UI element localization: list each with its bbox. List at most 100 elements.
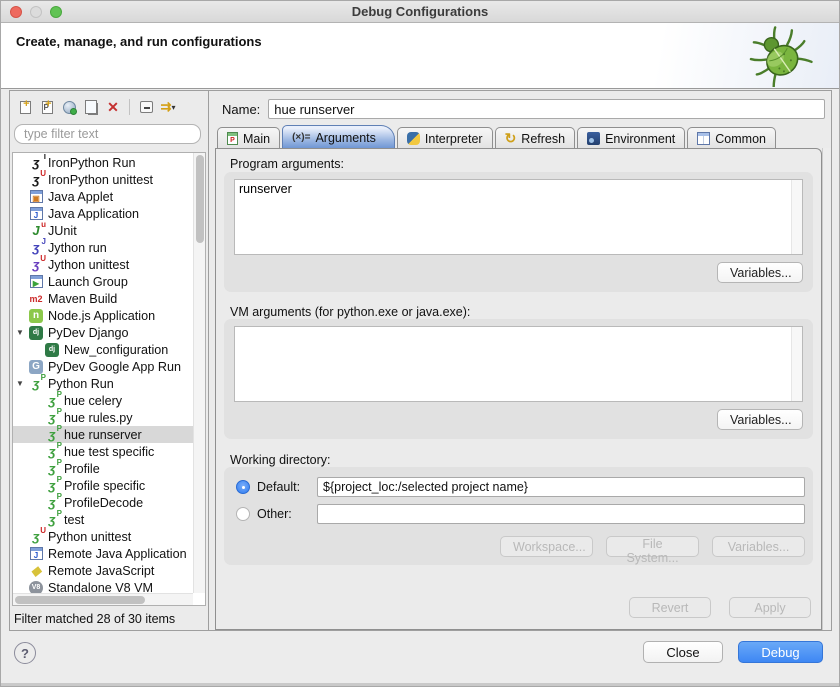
debug-configurations-dialog: Debug Configurations Create, manage, and…: [0, 0, 840, 687]
vm-arguments-scrollbar[interactable]: [791, 327, 802, 401]
remote-java-application-icon: J: [28, 546, 44, 561]
tree-item-label: Python Run: [48, 377, 114, 391]
working-directory-default-row: Default:: [236, 477, 805, 497]
remote-javascript-icon: ◆: [28, 563, 44, 578]
tree-item-launch-group[interactable]: ▶Launch Group: [13, 273, 193, 290]
tree-item-remote-java-application[interactable]: JRemote Java Application: [13, 545, 193, 562]
filter-input[interactable]: [14, 124, 201, 144]
tree-horizontal-scrollbar-thumb[interactable]: [15, 596, 145, 604]
tab-common[interactable]: Common: [687, 127, 776, 149]
python-run-icon: ʒP: [44, 393, 60, 408]
tree-vertical-scrollbar[interactable]: [193, 153, 205, 593]
program-arguments-label: Program arguments:: [230, 157, 344, 171]
tree-item-hue-test-specific[interactable]: ʒP hue test specific: [13, 443, 193, 460]
pydev-django-icon: dj: [28, 325, 44, 340]
tree-item-hue-celery[interactable]: ʒPhue celery: [13, 392, 193, 409]
toolbar-group-2: ⇉▾: [135, 97, 179, 117]
new-prototype-icon[interactable]: P+: [36, 97, 58, 117]
program-arguments-textarea[interactable]: runserver: [234, 179, 803, 255]
tree-item-label: Profile: [64, 462, 100, 476]
tree-item-python-run[interactable]: ▼ʒPPython Run: [13, 375, 193, 392]
tree-item-jython-unittest[interactable]: ʒUJython unittest: [13, 256, 193, 273]
tree-item-node-js-application[interactable]: nNode.js Application: [13, 307, 193, 324]
file-system-button[interactable]: File System...: [606, 536, 699, 557]
tree-item-maven-build[interactable]: m2Maven Build: [13, 290, 193, 307]
title-bar: Debug Configurations: [1, 1, 839, 23]
tree-item-pydev-django[interactable]: ▼ dj PyDev Django: [13, 324, 193, 341]
tree-item-java-application[interactable]: JJava Application: [13, 205, 193, 222]
revert-button[interactable]: Revert: [629, 597, 711, 618]
arguments-icon: [292, 132, 310, 143]
tree-item-junit[interactable]: JuJUnit: [13, 222, 193, 239]
expanded-arrow-icon[interactable]: ▼: [16, 328, 24, 337]
python-run-icon: ʒP: [44, 512, 60, 527]
python-run-icon: ʒP: [44, 478, 60, 493]
working-dir-variables-button[interactable]: Variables...: [712, 536, 805, 557]
tree-item-label: PyDev Django: [48, 326, 129, 340]
tree-item-label: hue test specific: [64, 445, 154, 459]
tree-item-profile-specific[interactable]: ʒPProfile specific: [13, 477, 193, 494]
tree-item-python-unittest[interactable]: ʒU Python unittest: [13, 528, 193, 545]
tab-interpreter[interactable]: Interpreter: [397, 127, 493, 149]
tree-item-hue-runserver[interactable]: ʒPhue runserver: [13, 426, 193, 443]
debug-button[interactable]: Debug: [738, 641, 823, 663]
tab-arguments[interactable]: Arguments: [282, 125, 395, 149]
tree-item-profiledecode[interactable]: ʒPProfileDecode: [13, 494, 193, 511]
tree-item-ironpython-unittest[interactable]: ʒUIronPython unittest: [13, 171, 193, 188]
tab-label: Main: [243, 132, 270, 146]
new-configuration-icon[interactable]: +: [14, 97, 36, 117]
tree-item-label: hue rules.py: [64, 411, 133, 425]
other-directory-input[interactable]: [317, 504, 805, 524]
close-window-icon[interactable]: [10, 6, 22, 18]
python-unittest-icon: ʒU: [28, 529, 44, 544]
tree-item-java-applet[interactable]: ▣Java Applet: [13, 188, 193, 205]
minimize-window-icon[interactable]: [30, 6, 42, 18]
revert-apply-buttons: Revert Apply: [629, 597, 811, 618]
program-arguments-variables-button[interactable]: Variables...: [717, 262, 803, 283]
vm-arguments-label: VM arguments (for python.exe or java.exe…: [230, 305, 470, 319]
tree-item-profile[interactable]: ʒPProfile: [13, 460, 193, 477]
tab-environment[interactable]: Environment: [577, 127, 685, 149]
pane-scrollbar-track[interactable]: [822, 148, 831, 630]
tree-item-new-configuration[interactable]: djNew_configuration: [13, 341, 193, 358]
tree-item-standalone-v8-vm[interactable]: V8Standalone V8 VM: [13, 579, 193, 593]
tree-vertical-scrollbar-thumb[interactable]: [196, 155, 204, 243]
other-radio[interactable]: [236, 507, 250, 521]
help-button[interactable]: ?: [14, 642, 36, 664]
delete-icon[interactable]: ✕: [102, 97, 124, 117]
close-button[interactable]: Close: [643, 641, 723, 663]
program-arguments-scrollbar[interactable]: [791, 180, 802, 254]
tree-item-label: Node.js Application: [48, 309, 155, 323]
zoom-window-icon[interactable]: [50, 6, 62, 18]
java-application-icon: J: [28, 206, 44, 221]
filter-configurations-icon[interactable]: ⇉▾: [157, 97, 179, 117]
vm-arguments-group: Variables...: [224, 319, 813, 439]
workspace-button[interactable]: Workspace...: [500, 536, 593, 557]
python-run-icon: ʒP: [44, 444, 60, 459]
export-configurations-icon[interactable]: [58, 97, 80, 117]
main-icon: [227, 132, 238, 145]
tab-refresh[interactable]: Refresh: [495, 127, 576, 149]
tree-horizontal-scrollbar[interactable]: [13, 593, 193, 605]
pydev-google-app-run-icon: G: [28, 359, 44, 374]
tab-label: Arguments: [315, 131, 375, 145]
tree-item-label: Python unittest: [48, 530, 131, 544]
tree-item-hue-rules-py[interactable]: ʒPhue rules.py: [13, 409, 193, 426]
expanded-arrow-icon[interactable]: ▼: [16, 379, 24, 388]
arguments-tab-panel: Program arguments: runserver Variables..…: [215, 148, 822, 630]
tree-item-label: Maven Build: [48, 292, 117, 306]
vm-arguments-variables-button[interactable]: Variables...: [717, 409, 803, 430]
window-controls: [10, 6, 62, 18]
collapse-all-icon[interactable]: [135, 97, 157, 117]
apply-button[interactable]: Apply: [729, 597, 811, 618]
vm-arguments-textarea[interactable]: [234, 326, 803, 402]
default-radio[interactable]: [236, 480, 250, 494]
name-input[interactable]: [268, 99, 825, 119]
tree-item-remote-javascript[interactable]: ◆Remote JavaScript: [13, 562, 193, 579]
filter-status-text: Filter matched 28 of 30 items: [14, 612, 175, 626]
tab-main[interactable]: Main: [217, 127, 280, 149]
duplicate-icon[interactable]: [80, 97, 102, 117]
tree-item-label: ProfileDecode: [64, 496, 143, 510]
tree-item-label: Java Applet: [48, 190, 113, 204]
default-directory-input[interactable]: [317, 477, 805, 497]
